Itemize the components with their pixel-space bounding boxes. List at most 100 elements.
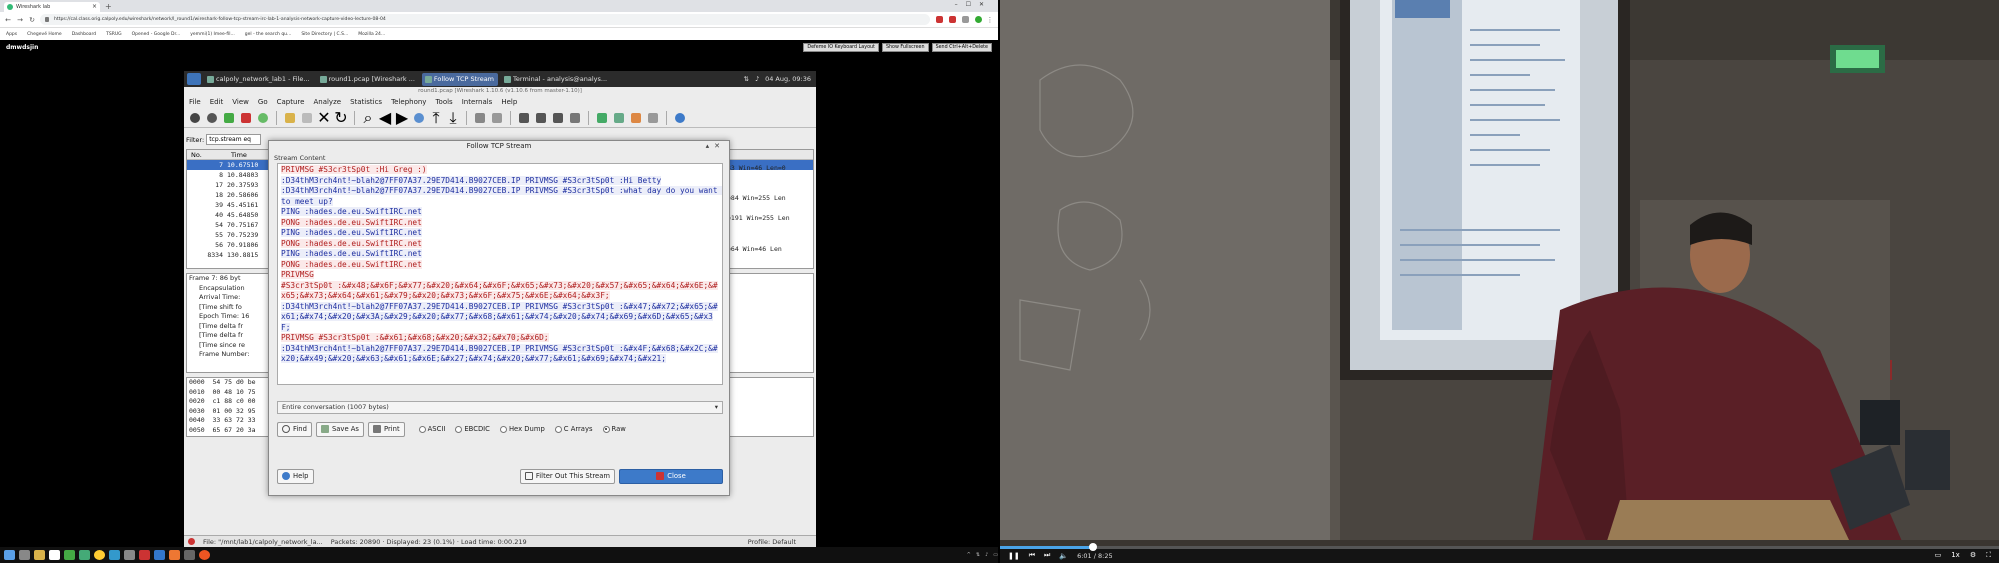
vnc-button[interactable]: Show Fullscreen <box>881 43 929 52</box>
expert-info-icon[interactable] <box>188 538 195 545</box>
panel-task[interactable]: Terminal - analysis@analys... <box>501 73 611 86</box>
notepad-icon[interactable] <box>49 550 60 560</box>
interfaces-icon[interactable] <box>188 111 202 125</box>
bookmark-item[interactable]: Apps <box>6 32 17 37</box>
start-icon[interactable] <box>4 550 15 560</box>
app-menu-icon[interactable] <box>187 73 201 85</box>
stream-content-text[interactable]: PRIVMSG #S3cr3tSp0t :Hi Greg :):D34thM3r… <box>277 163 723 385</box>
go-back-icon[interactable]: ◀ <box>378 108 392 127</box>
find-packet-icon[interactable]: ⌕ <box>361 108 375 127</box>
preferences-icon[interactable] <box>646 111 660 125</box>
back-icon[interactable]: ← <box>4 16 12 24</box>
menu-item[interactable]: View <box>232 98 249 106</box>
zoom-out-icon[interactable] <box>534 111 548 125</box>
vnc-button[interactable]: Defeme IO Keyboard Layout <box>803 43 879 52</box>
reload-file-icon[interactable]: ↻ <box>334 108 348 127</box>
chrome-icon[interactable] <box>94 550 105 560</box>
open-file-icon[interactable] <box>283 111 297 125</box>
close-tab-icon[interactable]: × <box>92 2 97 12</box>
help-icon[interactable] <box>673 111 687 125</box>
print-button[interactable]: Print <box>367 421 405 437</box>
last-packet-icon[interactable]: ⤓ <box>446 108 460 127</box>
panel-task[interactable]: round1.pcap [Wireshark ... <box>317 73 419 86</box>
search-icon[interactable] <box>19 550 30 560</box>
bookmark-item[interactable]: Opened - Google Dr... <box>132 32 181 37</box>
capture-filters-icon[interactable] <box>595 111 609 125</box>
app-icon[interactable] <box>139 550 150 560</box>
first-packet-icon[interactable]: ⤒ <box>429 108 443 127</box>
bookmark-item[interactable]: Site Directory | C.S... <box>301 32 348 37</box>
forward-icon[interactable]: → <box>16 16 24 24</box>
column-time[interactable]: Time <box>227 151 267 159</box>
file-explorer-icon[interactable] <box>34 550 45 560</box>
skip-back-icon[interactable]: ⏮ <box>1029 551 1035 560</box>
fullscreen-icon[interactable]: ⛶ <box>1986 551 1991 560</box>
profile-avatar[interactable] <box>975 16 982 23</box>
system-tray[interactable]: ^ ⇅ ♪ ▭ <box>967 552 998 558</box>
help-button[interactable]: Help <box>277 468 314 484</box>
normal-size-icon[interactable] <box>551 111 565 125</box>
conversation-select[interactable]: Entire conversation (1007 bytes) ▾ <box>277 401 723 414</box>
status-profile[interactable]: Profile: Default <box>748 538 816 546</box>
tray-up-icon[interactable]: ^ <box>967 552 971 558</box>
reload-icon[interactable]: ↻ <box>28 16 36 24</box>
address-bar[interactable]: https://cal.class.orig.calpoly.edu/wires… <box>40 14 930 25</box>
encoding-radio[interactable]: ASCII <box>418 425 445 433</box>
coloring-rules-icon[interactable] <box>629 111 643 125</box>
vnc-button[interactable]: Send Ctrl+Alt+Delete <box>931 43 992 52</box>
filter-out-stream-button[interactable]: Filter Out This Stream <box>519 468 615 484</box>
restart-capture-icon[interactable] <box>256 111 270 125</box>
menu-kebab-icon[interactable]: ⋮ <box>986 16 994 24</box>
app-icon[interactable] <box>199 550 210 560</box>
menu-item[interactable]: Capture <box>277 98 305 106</box>
menu-item[interactable]: Tools <box>435 98 452 106</box>
extension-icon[interactable] <box>962 16 969 23</box>
bookmark-item[interactable]: yemmi(1) Imee-fil... <box>190 32 235 37</box>
menu-item[interactable]: Help <box>501 98 517 106</box>
column-no[interactable]: No. <box>187 151 227 159</box>
save-as-button[interactable]: Save As <box>315 421 364 437</box>
filter-input[interactable]: tcp.stream eq <box>206 134 261 145</box>
volume-icon[interactable]: 🔈 <box>1059 552 1068 560</box>
app-icon[interactable] <box>64 550 75 560</box>
video-progress-bar[interactable] <box>1000 543 1999 551</box>
menu-item[interactable]: Internals <box>462 98 493 106</box>
panel-task[interactable]: calpoly_network_lab1 - File... <box>204 73 314 86</box>
bookmark-item[interactable]: Dashboard <box>72 32 96 37</box>
volume-icon[interactable]: ♪ <box>755 75 759 83</box>
bookmark-item[interactable]: TSRUG <box>106 32 122 37</box>
volume-icon[interactable]: ♪ <box>985 552 988 558</box>
menu-item[interactable]: File <box>189 98 201 106</box>
save-file-icon[interactable] <box>300 111 314 125</box>
dialog-window-controls[interactable]: ▴✕ <box>706 141 725 152</box>
encoding-radio[interactable]: Raw <box>602 425 626 433</box>
app-icon[interactable] <box>79 550 90 560</box>
menu-item[interactable]: Go <box>258 98 268 106</box>
go-to-packet-icon[interactable] <box>412 111 426 125</box>
close-button[interactable]: Close <box>619 468 723 484</box>
speed-icon[interactable]: 1x <box>1951 551 1960 560</box>
app-icon[interactable] <box>184 550 195 560</box>
go-forward-icon[interactable]: ▶ <box>395 108 409 127</box>
options-icon[interactable] <box>205 111 219 125</box>
zoom-in-icon[interactable] <box>517 111 531 125</box>
menu-item[interactable]: Telephony <box>391 98 426 106</box>
resize-columns-icon[interactable] <box>568 111 582 125</box>
browser-tab[interactable]: Wireshark lab × <box>4 2 100 12</box>
app-icon[interactable] <box>109 550 120 560</box>
skip-forward-icon[interactable]: ⏭ <box>1044 551 1050 560</box>
pause-icon[interactable]: ❚❚ <box>1008 552 1020 560</box>
app-icon[interactable] <box>124 550 135 560</box>
menu-item[interactable]: Analyze <box>313 98 341 106</box>
colorize-icon[interactable] <box>473 111 487 125</box>
stop-capture-icon[interactable] <box>239 111 253 125</box>
encoding-radio[interactable]: C Arrays <box>554 425 593 433</box>
panel-task[interactable]: Follow TCP Stream <box>421 72 499 86</box>
menu-item[interactable]: Statistics <box>350 98 382 106</box>
display-filters-icon[interactable] <box>612 111 626 125</box>
lecture-video[interactable]: ❚❚ ⏮ ⏭ 🔈 6:01 / 8:25 ▭ 1x ⚙ ⛶ <box>1000 0 1999 563</box>
bookmark-item[interactable]: Chegevé Home <box>27 32 62 37</box>
window-controls[interactable]: –☐✕ <box>955 1 992 8</box>
start-capture-icon[interactable] <box>222 111 236 125</box>
encoding-radio[interactable]: EBCDIC <box>455 425 490 433</box>
